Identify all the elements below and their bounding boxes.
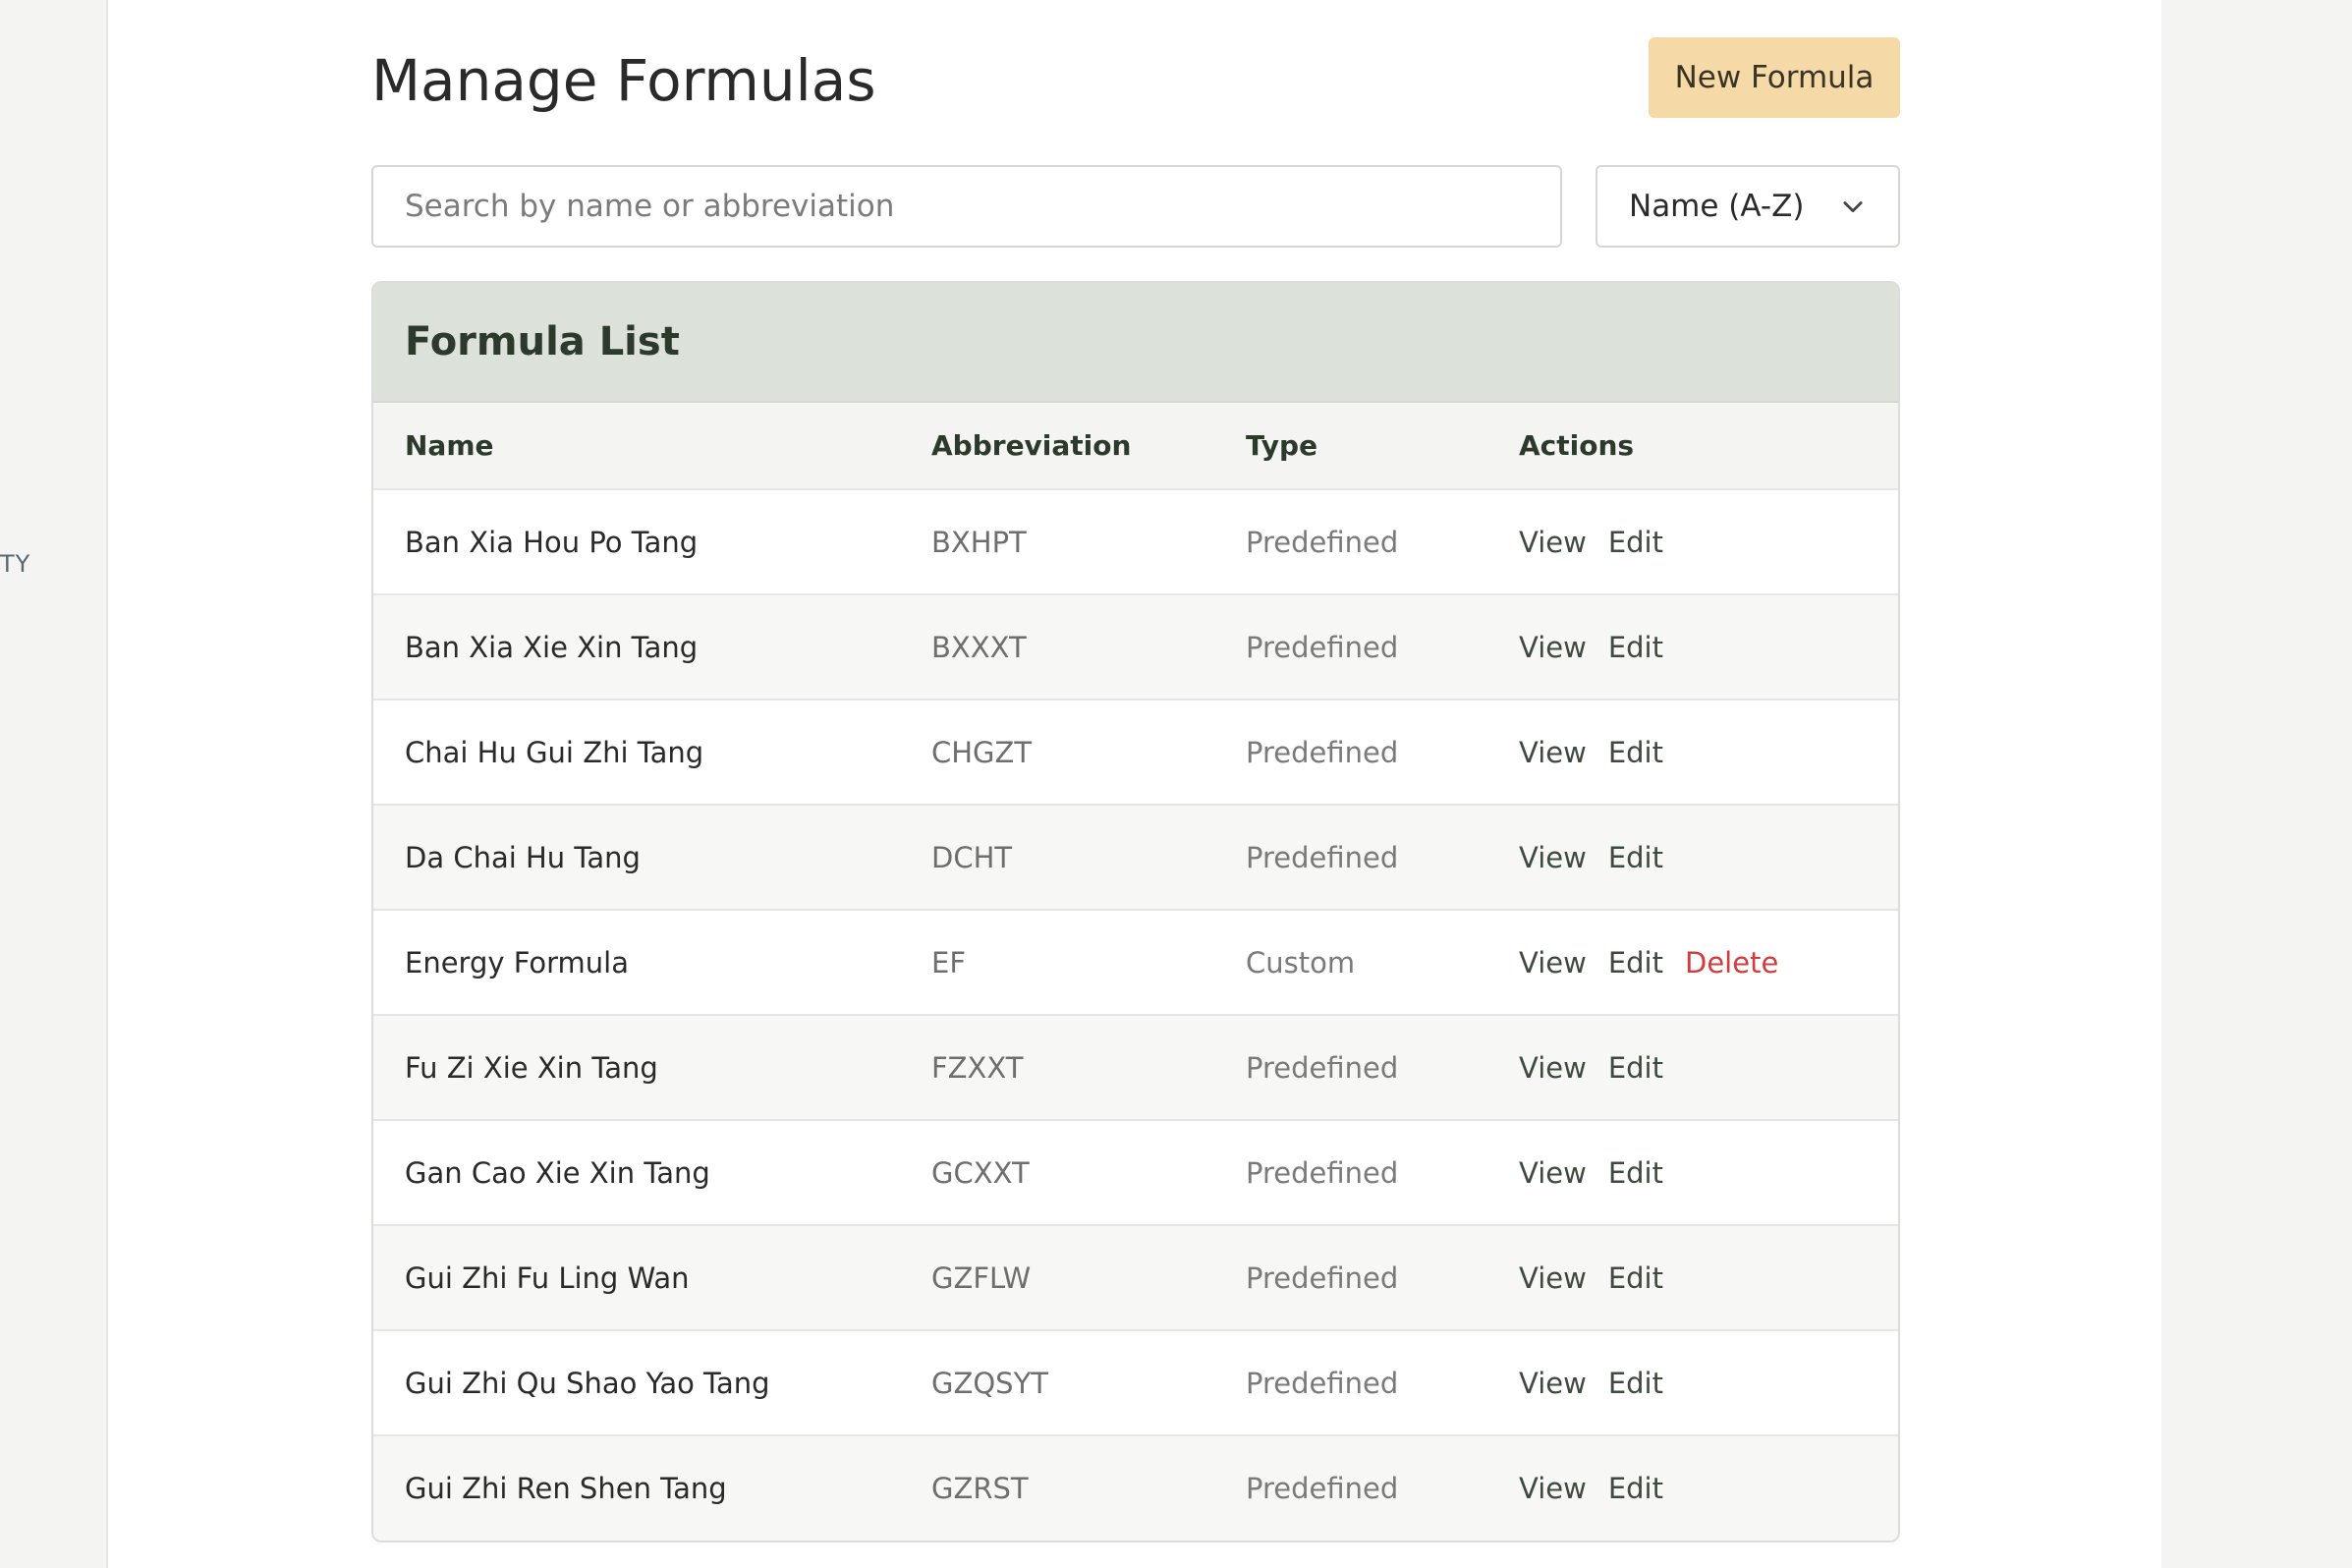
formula-name: Gui Zhi Ren Shen Tang bbox=[405, 1472, 727, 1505]
formula-type: Predefined bbox=[1246, 1260, 1399, 1295]
new-formula-button[interactable]: New Formula bbox=[1649, 37, 1900, 118]
row-actions: View Edit Delete bbox=[1487, 910, 1898, 1015]
row-actions: View Edit bbox=[1487, 489, 1898, 594]
main-panel: Manage Formulas New Formula Name (A-Z) F… bbox=[108, 0, 2161, 1568]
column-header-actions: Actions bbox=[1519, 429, 1635, 462]
formula-abbreviation: BXXXT bbox=[931, 630, 1027, 664]
table-row: Gui Zhi Ren Shen Tang GZRST Predefined V… bbox=[373, 1435, 1898, 1540]
edit-link[interactable]: Edit bbox=[1608, 526, 1663, 559]
page-title: Manage Formulas bbox=[371, 47, 876, 114]
edit-link[interactable]: Edit bbox=[1608, 946, 1663, 980]
edit-link[interactable]: Edit bbox=[1608, 736, 1663, 769]
table-body: Ban Xia Hou Po Tang BXHPT Predefined Vie… bbox=[373, 489, 1898, 1540]
chevron-down-icon bbox=[1843, 201, 1863, 213]
view-link[interactable]: View bbox=[1519, 736, 1587, 769]
edit-link[interactable]: Edit bbox=[1608, 1156, 1663, 1190]
formula-type: Predefined bbox=[1246, 840, 1399, 874]
delete-link[interactable]: Delete bbox=[1685, 946, 1778, 980]
row-actions: View Edit bbox=[1487, 1120, 1898, 1225]
row-actions: View Edit bbox=[1487, 700, 1898, 805]
edit-link[interactable]: Edit bbox=[1608, 1367, 1663, 1400]
row-actions: View Edit bbox=[1487, 1015, 1898, 1120]
view-link[interactable]: View bbox=[1519, 1261, 1587, 1295]
view-link[interactable]: View bbox=[1519, 1051, 1587, 1085]
view-link[interactable]: View bbox=[1519, 1472, 1587, 1505]
edit-link[interactable]: Edit bbox=[1608, 841, 1663, 874]
view-link[interactable]: View bbox=[1519, 1367, 1587, 1400]
formula-name: Energy Formula bbox=[405, 945, 630, 980]
row-actions: View Edit bbox=[1487, 1435, 1898, 1540]
table-row: Ban Xia Xie Xin Tang BXXXT Predefined Vi… bbox=[373, 594, 1898, 700]
formula-abbreviation: GZFLW bbox=[931, 1260, 1032, 1295]
column-header-name[interactable]: Name bbox=[373, 403, 900, 489]
formula-type: Predefined bbox=[1246, 1050, 1399, 1085]
view-link[interactable]: View bbox=[1519, 631, 1587, 664]
table-row: Fu Zi Xie Xin Tang FZXXT Predefined View… bbox=[373, 1015, 1898, 1120]
card-header: Formula List bbox=[373, 283, 1898, 403]
card-title: Formula List bbox=[405, 319, 680, 364]
table-row: Da Chai Hu Tang DCHT Predefined View Edit bbox=[373, 805, 1898, 910]
formula-name: Da Chai Hu Tang bbox=[405, 840, 641, 874]
row-actions: View Edit bbox=[1487, 1330, 1898, 1435]
table-row: Gui Zhi Fu Ling Wan GZFLW Predefined Vie… bbox=[373, 1225, 1898, 1330]
formula-type: Predefined bbox=[1246, 735, 1399, 769]
edit-link[interactable]: Edit bbox=[1608, 1472, 1663, 1505]
table-row: Gan Cao Xie Xin Tang GCXXT Predefined Vi… bbox=[373, 1120, 1898, 1225]
table-header: Name Abbreviation Type Actions bbox=[373, 403, 1898, 489]
sidebar: TY bbox=[0, 0, 108, 1568]
right-gutter bbox=[2161, 0, 2352, 1568]
formula-type: Predefined bbox=[1246, 1155, 1399, 1190]
view-link[interactable]: View bbox=[1519, 526, 1587, 559]
formula-type: Custom bbox=[1246, 945, 1356, 980]
row-actions: View Edit bbox=[1487, 1225, 1898, 1330]
formula-abbreviation: FZXXT bbox=[931, 1050, 1024, 1085]
formula-abbreviation: EF bbox=[931, 945, 967, 980]
edit-link[interactable]: Edit bbox=[1608, 631, 1663, 664]
edit-link[interactable]: Edit bbox=[1608, 1261, 1663, 1295]
table-row: Chai Hu Gui Zhi Tang CHGZT Predefined Vi… bbox=[373, 700, 1898, 805]
table-row: Gui Zhi Qu Shao Yao Tang GZQSYT Predefin… bbox=[373, 1330, 1898, 1435]
formula-abbreviation: DCHT bbox=[931, 840, 1013, 874]
formula-name: Ban Xia Xie Xin Tang bbox=[405, 630, 699, 664]
table-header-row: Name Abbreviation Type Actions bbox=[373, 403, 1898, 489]
sidebar-item-label[interactable]: TY bbox=[0, 550, 30, 578]
view-link[interactable]: View bbox=[1519, 946, 1587, 980]
row-actions: View Edit bbox=[1487, 594, 1898, 700]
formula-abbreviation: GZRST bbox=[931, 1472, 1029, 1505]
formula-name: Ban Xia Hou Po Tang bbox=[405, 525, 699, 559]
view-link[interactable]: View bbox=[1519, 841, 1587, 874]
formula-abbreviation: GZQSYT bbox=[931, 1366, 1049, 1400]
row-actions: View Edit bbox=[1487, 805, 1898, 910]
formula-name: Gan Cao Xie Xin Tang bbox=[405, 1155, 710, 1190]
sort-select[interactable]: Name (A-Z) bbox=[1596, 165, 1900, 248]
formula-type: Predefined bbox=[1246, 1366, 1399, 1400]
formula-type: Predefined bbox=[1246, 630, 1399, 664]
search-input[interactable] bbox=[371, 165, 1562, 248]
formula-table: Name Abbreviation Type Actions Ban Xia H… bbox=[373, 403, 1898, 1540]
column-header-type[interactable]: Type bbox=[1214, 403, 1487, 489]
formula-name: Chai Hu Gui Zhi Tang bbox=[405, 735, 704, 769]
sort-selected-value: Name (A-Z) bbox=[1629, 189, 1805, 224]
formula-name: Fu Zi Xie Xin Tang bbox=[405, 1050, 658, 1085]
column-header-abbreviation[interactable]: Abbreviation bbox=[900, 403, 1214, 489]
formula-abbreviation: GCXXT bbox=[931, 1155, 1030, 1190]
formula-abbreviation: CHGZT bbox=[931, 735, 1033, 769]
formula-type: Predefined bbox=[1246, 1472, 1399, 1505]
formula-abbreviation: BXHPT bbox=[931, 525, 1027, 559]
table-row: Energy Formula EF Custom View Edit Delete bbox=[373, 910, 1898, 1015]
formula-name: Gui Zhi Qu Shao Yao Tang bbox=[405, 1366, 770, 1400]
view-link[interactable]: View bbox=[1519, 1156, 1587, 1190]
formula-type: Predefined bbox=[1246, 525, 1399, 559]
edit-link[interactable]: Edit bbox=[1608, 1051, 1663, 1085]
table-row: Ban Xia Hou Po Tang BXHPT Predefined Vie… bbox=[373, 489, 1898, 594]
formula-name: Gui Zhi Fu Ling Wan bbox=[405, 1260, 690, 1295]
formula-list-card: Formula List Name Abbreviation Type Acti… bbox=[371, 281, 1900, 1542]
